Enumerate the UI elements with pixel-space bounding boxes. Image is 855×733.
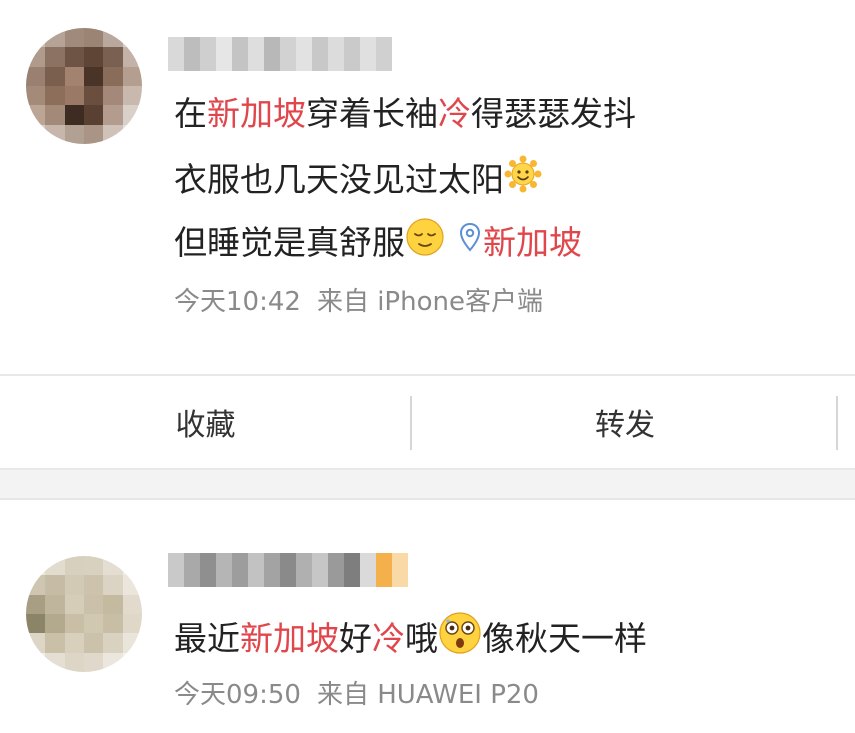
- divider: [410, 396, 412, 450]
- hashtag-link[interactable]: 新加坡: [240, 619, 339, 658]
- action-bar: 收藏 转发: [0, 374, 855, 470]
- hashtag-link[interactable]: 新加坡: [207, 94, 306, 133]
- post-time: 今天10:42: [174, 287, 301, 317]
- location-pin-icon: [459, 221, 481, 261]
- favorite-button[interactable]: 收藏: [0, 376, 411, 468]
- post-text: 得瑟瑟发抖: [471, 94, 636, 133]
- post-time: 今天09:50: [174, 680, 301, 710]
- post-meta: 今天10:42 来自 iPhone客户端: [174, 285, 543, 319]
- location-link[interactable]: 新加坡: [483, 223, 582, 262]
- post-text: 好: [339, 619, 372, 658]
- section-separator: [0, 470, 855, 500]
- post-text-line: 在新加坡穿着长袖冷得瑟瑟发抖: [174, 94, 636, 134]
- relieved-face-emoji: [405, 217, 445, 266]
- post-text-line: 衣服也几天没见过太阳: [174, 155, 542, 205]
- avatar[interactable]: [26, 556, 142, 672]
- divider: [836, 396, 838, 450]
- post-text: 最近: [174, 619, 240, 658]
- avatar[interactable]: [26, 28, 142, 144]
- username[interactable]: [168, 37, 392, 71]
- post-text: 衣服也几天没见过太阳: [174, 160, 504, 199]
- astonished-face-emoji: [438, 611, 482, 664]
- post-text: 但睡觉是真舒服: [174, 223, 405, 262]
- repost-button[interactable]: 转发: [413, 376, 837, 468]
- post-text: 哦: [405, 619, 438, 658]
- sun-face-emoji: [504, 155, 542, 202]
- post-card: 在新加坡穿着长袖冷得瑟瑟发抖 衣服也几天没见过太阳 但睡觉是真舒服 新加坡 今天…: [0, 0, 855, 374]
- keyword-highlight[interactable]: 冷: [372, 619, 405, 658]
- post-text: 在: [174, 94, 207, 133]
- keyword-highlight[interactable]: 冷: [438, 94, 471, 133]
- post-text: 像秋天一样: [482, 619, 647, 658]
- post-text: 穿着长袖: [306, 94, 438, 133]
- post-text-line: 最近新加坡好冷哦 像秋天一样: [174, 611, 647, 667]
- post-source: 来自 iPhone客户端: [316, 287, 543, 317]
- username[interactable]: [168, 553, 408, 587]
- post-source: 来自 HUAWEI P20: [316, 680, 539, 710]
- post-meta: 今天09:50 来自 HUAWEI P20: [174, 678, 539, 712]
- post-text-line: 但睡觉是真舒服 新加坡: [174, 217, 582, 269]
